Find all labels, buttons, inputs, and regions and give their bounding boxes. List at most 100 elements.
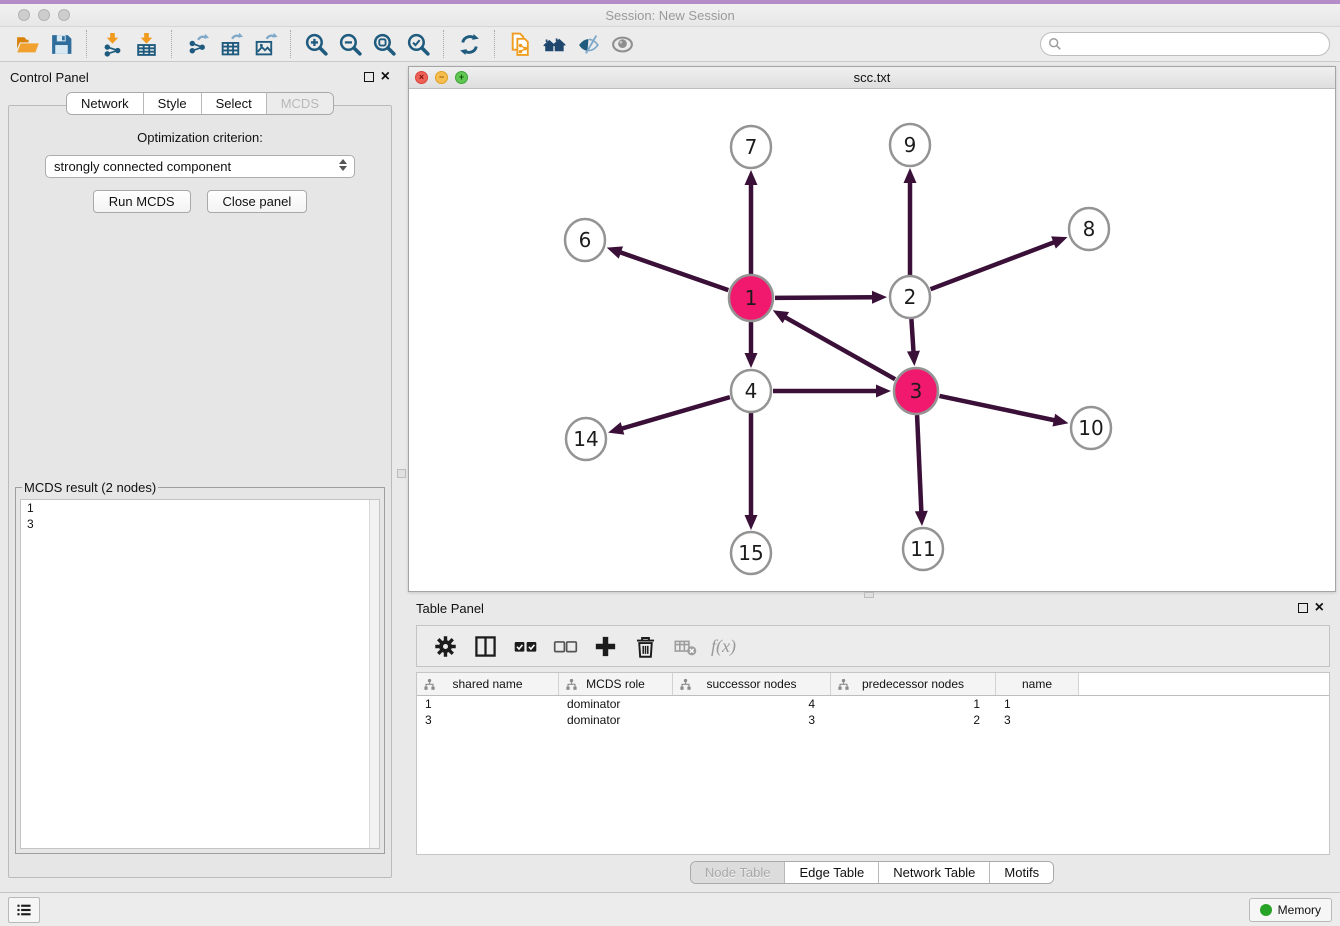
show-column-button[interactable] bbox=[467, 631, 503, 661]
tab-network[interactable]: Network bbox=[67, 93, 144, 114]
memory-button[interactable]: Memory bbox=[1249, 898, 1332, 922]
tab-select[interactable]: Select bbox=[202, 93, 267, 114]
edge-1-2[interactable] bbox=[775, 297, 875, 298]
select-all-columns-button[interactable] bbox=[507, 631, 543, 661]
table-panel: Table Panel × bbox=[408, 595, 1336, 892]
overview-button[interactable] bbox=[605, 29, 639, 59]
edge-2-8[interactable] bbox=[931, 241, 1057, 289]
graph-node-11[interactable]: 11 bbox=[903, 528, 943, 570]
column-header-successor-nodes[interactable]: successor nodes bbox=[673, 673, 831, 695]
tab-mcds[interactable]: MCDS bbox=[267, 93, 333, 114]
task-history-button[interactable] bbox=[8, 897, 40, 923]
edge-3-10[interactable] bbox=[939, 396, 1056, 421]
search-icon bbox=[1048, 37, 1062, 51]
edge-1-6[interactable] bbox=[618, 252, 728, 291]
graph-node-7[interactable]: 7 bbox=[731, 126, 771, 168]
zoom-out-icon bbox=[338, 32, 363, 57]
float-panel-icon[interactable] bbox=[364, 72, 374, 82]
optimization-criterion-label: Optimization criterion: bbox=[9, 130, 391, 145]
svg-text:11: 11 bbox=[910, 537, 935, 561]
function-builder-button: f(x) bbox=[707, 636, 740, 657]
tab-node-table[interactable]: Node Table bbox=[691, 862, 786, 883]
graphics-details-eye-icon bbox=[576, 32, 601, 57]
network-canvas[interactable]: 7 9 6 8 1 2 4 3 14 10 15 11 bbox=[409, 89, 1335, 591]
cell-shared-name: 1 bbox=[417, 697, 559, 711]
tab-style[interactable]: Style bbox=[144, 93, 202, 114]
cell-predecessor-nodes: 2 bbox=[831, 713, 996, 727]
edge-3-1[interactable] bbox=[783, 316, 895, 379]
close-panel-icon[interactable]: × bbox=[1315, 603, 1324, 613]
network-window: × − + scc.txt 7 9 6 8 1 2 4 3 14 10 15 11 bbox=[408, 66, 1336, 592]
edge-3-11[interactable] bbox=[917, 415, 921, 514]
zoom-out-button[interactable] bbox=[333, 29, 367, 59]
save-session-button[interactable] bbox=[44, 29, 78, 59]
duplicate-network-button[interactable] bbox=[503, 29, 537, 59]
graph-node-6[interactable]: 6 bbox=[565, 219, 605, 261]
table-row[interactable]: 3 dominator 3 2 3 bbox=[417, 712, 1329, 728]
graph-node-15[interactable]: 15 bbox=[731, 532, 771, 574]
cell-shared-name: 3 bbox=[417, 713, 559, 727]
criterion-select[interactable]: strongly connected component bbox=[45, 155, 355, 178]
float-panel-icon[interactable] bbox=[1298, 603, 1308, 613]
search-input[interactable] bbox=[1040, 32, 1330, 56]
refresh-button[interactable] bbox=[452, 29, 486, 59]
column-header-predecessor-nodes[interactable]: predecessor nodes bbox=[831, 673, 996, 695]
zoom-in-icon bbox=[304, 32, 329, 57]
zoom-in-button[interactable] bbox=[299, 29, 333, 59]
mcds-result-group: MCDS result (2 nodes) 1 3 bbox=[15, 480, 385, 854]
node-table: shared name MCDS role successor nodes pr… bbox=[416, 672, 1330, 855]
svg-text:4: 4 bbox=[745, 379, 758, 403]
graph-node-3[interactable]: 3 bbox=[894, 368, 938, 414]
svg-text:15: 15 bbox=[738, 541, 763, 565]
tab-network-table[interactable]: Network Table bbox=[879, 862, 990, 883]
graph-node-2[interactable]: 2 bbox=[890, 276, 930, 318]
two-houses-icon bbox=[542, 32, 567, 57]
open-session-button[interactable] bbox=[10, 29, 44, 59]
toolbar-separator bbox=[86, 30, 87, 58]
session-title: Session: New Session bbox=[0, 8, 1340, 23]
edge-arrow-2-3 bbox=[907, 351, 920, 366]
graph-node-9[interactable]: 9 bbox=[890, 124, 930, 166]
graphics-details-button[interactable] bbox=[571, 29, 605, 59]
search-field-wrap bbox=[1040, 32, 1330, 56]
import-network-button[interactable] bbox=[95, 29, 129, 59]
graph-node-10[interactable]: 10 bbox=[1071, 407, 1111, 449]
trash-icon bbox=[633, 634, 658, 659]
cell-predecessor-nodes: 1 bbox=[831, 697, 996, 711]
tab-motifs[interactable]: Motifs bbox=[990, 862, 1053, 883]
export-image-button[interactable] bbox=[248, 29, 282, 59]
graph-node-14[interactable]: 14 bbox=[566, 418, 606, 460]
run-mcds-button[interactable]: Run MCDS bbox=[93, 190, 191, 213]
close-panel-button[interactable]: Close panel bbox=[207, 190, 308, 213]
graph-node-8[interactable]: 8 bbox=[1069, 208, 1109, 250]
export-network-button[interactable] bbox=[180, 29, 214, 59]
attribute-icon bbox=[565, 678, 578, 691]
edge-4-14[interactable] bbox=[620, 397, 730, 429]
column-header-shared-name[interactable]: shared name bbox=[417, 673, 559, 695]
graph-node-1[interactable]: 1 bbox=[729, 275, 773, 321]
delete-column-button[interactable] bbox=[627, 631, 663, 661]
edge-2-3[interactable] bbox=[911, 319, 913, 354]
table-panel-title: Table Panel bbox=[416, 601, 484, 616]
graph-node-4[interactable]: 4 bbox=[731, 370, 771, 412]
home-button[interactable] bbox=[537, 29, 571, 59]
deselect-all-columns-button[interactable] bbox=[547, 631, 583, 661]
table-row[interactable]: 1 dominator 4 1 1 bbox=[417, 696, 1329, 712]
close-panel-icon[interactable]: × bbox=[381, 72, 390, 82]
network-window-titlebar[interactable]: × − + scc.txt bbox=[409, 67, 1335, 89]
tab-edge-table[interactable]: Edge Table bbox=[785, 862, 879, 883]
zoom-fit-button[interactable] bbox=[367, 29, 401, 59]
import-table-button[interactable] bbox=[129, 29, 163, 59]
result-node: 1 bbox=[21, 500, 379, 516]
create-column-button[interactable] bbox=[587, 631, 623, 661]
zoom-selected-button[interactable] bbox=[401, 29, 435, 59]
export-table-button[interactable] bbox=[214, 29, 248, 59]
mcds-result-list[interactable]: 1 3 bbox=[20, 499, 380, 849]
vertical-splitter-handle[interactable] bbox=[397, 469, 406, 478]
result-scrollbar[interactable] bbox=[369, 500, 379, 848]
table-settings-button[interactable] bbox=[427, 631, 463, 661]
edge-arrow-1-2 bbox=[872, 291, 887, 304]
column-header-mcds-role[interactable]: MCDS role bbox=[559, 673, 673, 695]
column-header-name[interactable]: name bbox=[996, 673, 1079, 695]
criterion-value: strongly connected component bbox=[54, 159, 231, 174]
